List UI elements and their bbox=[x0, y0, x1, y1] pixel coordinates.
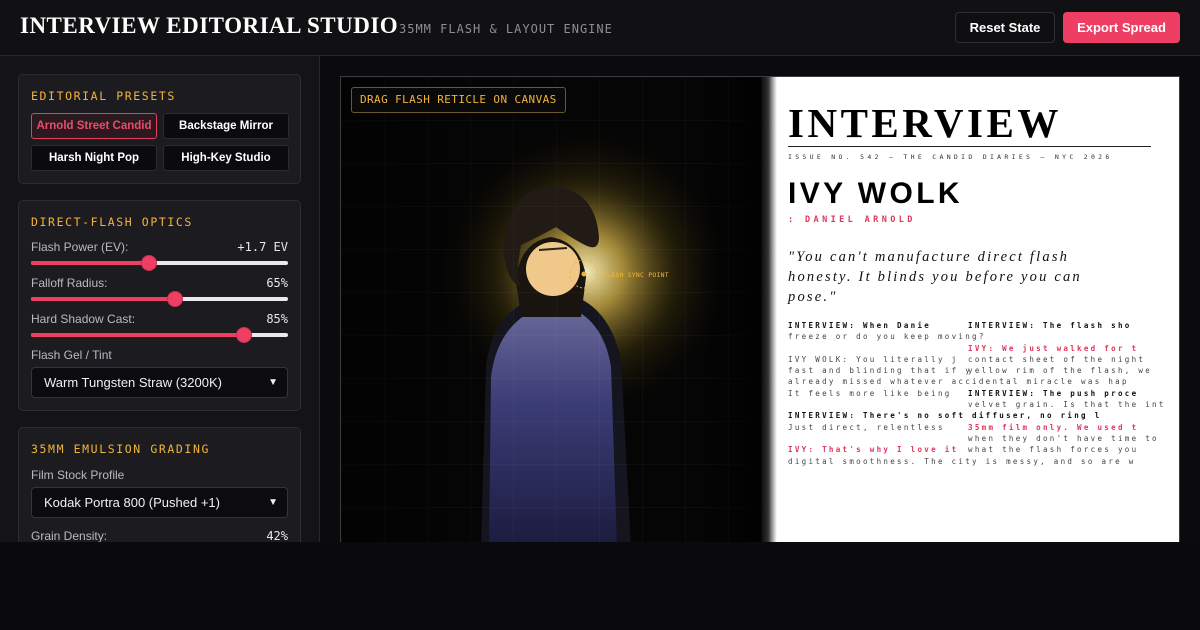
interview-line: when they don't have time to bbox=[968, 433, 1159, 443]
falloff-radius-value: 65% bbox=[266, 276, 288, 290]
drag-reticle-hint: DRAG FLASH RETICLE ON CANVAS bbox=[351, 87, 566, 113]
slider-fill bbox=[31, 333, 245, 337]
pull-quote: "You can't manufacture direct flash hone… bbox=[788, 249, 1082, 305]
flash-photo-canvas[interactable]: FLASH SYNC POINT DRAG FLASH RETICLE ON C… bbox=[341, 77, 761, 542]
reset-state-button[interactable]: Reset State bbox=[955, 12, 1055, 43]
interview-line bbox=[968, 331, 1179, 342]
spread-gutter bbox=[761, 77, 777, 542]
photo-credit: : DANIEL ARNOLD bbox=[788, 215, 916, 225]
vignette bbox=[341, 77, 761, 542]
hard-shadow-slider[interactable] bbox=[31, 327, 288, 343]
falloff-radius-label: Falloff Radius: bbox=[31, 276, 108, 290]
preset-backstage-mirror[interactable]: Backstage Mirror bbox=[163, 113, 289, 139]
interview-line bbox=[968, 376, 1179, 387]
direct-flash-optics-panel: DIRECT-FLASH OPTICS Flash Power (EV): +1… bbox=[18, 200, 301, 411]
panel-title: DIRECT-FLASH OPTICS bbox=[31, 215, 193, 229]
preset-harsh-night-pop[interactable]: Harsh Night Pop bbox=[31, 145, 157, 171]
interview-line: IVY: We just walked for t bbox=[968, 343, 1139, 353]
film-stock-label: Film Stock Profile bbox=[31, 468, 125, 482]
flash-gel-select[interactable]: Warm Tungsten Straw (3200K) ▼ bbox=[31, 367, 288, 398]
interview-line: velvet grain. Is that the int bbox=[968, 400, 1166, 410]
chevron-down-icon: ▼ bbox=[268, 377, 278, 388]
interview-column-2: INTERVIEW: The flash sho IVY: We just wa… bbox=[968, 320, 1179, 456]
flash-gel-selected-value: Warm Tungsten Straw (3200K) bbox=[44, 375, 222, 390]
canvas-stage: FLASH SYNC POINT DRAG FLASH RETICLE ON C… bbox=[320, 56, 1200, 542]
reticle-label: FLASH SYNC POINT bbox=[603, 271, 669, 279]
app-subtitle: 35MM FLASH & LAYOUT ENGINE bbox=[399, 22, 613, 36]
hard-shadow-value: 85% bbox=[266, 312, 288, 326]
slider-fill bbox=[31, 261, 150, 265]
grain-density-value: 42% bbox=[266, 529, 288, 542]
top-bar: INTERVIEW EDITORIAL STUDIO 35MM FLASH & … bbox=[0, 0, 1200, 56]
flash-gel-label: Flash Gel / Tint bbox=[31, 348, 112, 362]
interview-line: digital smoothness. The city is messy, a… bbox=[788, 456, 1136, 466]
flash-power-label: Flash Power (EV): bbox=[31, 240, 129, 254]
interview-line: yellow rim of the flash, we bbox=[968, 366, 1153, 376]
article-page: INTERVIEW ISSUE NO. 542 — THE CANDID DIA… bbox=[761, 77, 1179, 542]
subject-name: IVY WOLK bbox=[788, 177, 963, 210]
slider-fill bbox=[31, 297, 175, 301]
emulsion-grading-panel: 35MM EMULSION GRADING Film Stock Profile… bbox=[18, 427, 301, 542]
magazine-masthead: INTERVIEW bbox=[788, 100, 1062, 146]
masthead-rule bbox=[788, 146, 1151, 147]
slider-thumb[interactable] bbox=[141, 255, 158, 271]
preset-high-key-studio[interactable]: High-Key Studio bbox=[163, 145, 289, 171]
interview-line: 35mm film only. We used t bbox=[968, 422, 1139, 432]
slider-thumb[interactable] bbox=[236, 327, 253, 343]
flash-power-value: +1.7 EV bbox=[237, 240, 288, 254]
chevron-down-icon: ▼ bbox=[268, 497, 278, 508]
flash-power-slider[interactable] bbox=[31, 255, 288, 271]
magazine-spread: FLASH SYNC POINT DRAG FLASH RETICLE ON C… bbox=[340, 76, 1180, 542]
preset-arnold-street-candid[interactable]: Arnold Street Candid bbox=[31, 113, 157, 139]
flash-photo-render: FLASH SYNC POINT bbox=[341, 77, 761, 542]
export-spread-button[interactable]: Export Spread bbox=[1063, 12, 1180, 43]
editorial-presets-panel: EDITORIAL PRESETS Arnold Street Candid B… bbox=[18, 74, 301, 184]
issue-line: ISSUE NO. 542 — THE CANDID DIARIES — NYC… bbox=[788, 153, 1113, 161]
interview-line: INTERVIEW: The push proce bbox=[968, 388, 1139, 398]
controls-sidebar: EDITORIAL PRESETS Arnold Street Candid B… bbox=[0, 56, 320, 542]
grain-density-label: Grain Density: bbox=[31, 529, 108, 542]
panel-title: EDITORIAL PRESETS bbox=[31, 89, 176, 103]
slider-thumb[interactable] bbox=[166, 291, 183, 307]
app-title: INTERVIEW EDITORIAL STUDIO bbox=[20, 13, 399, 38]
falloff-radius-slider[interactable] bbox=[31, 291, 288, 307]
interview-line: contact sheet of the night bbox=[968, 354, 1146, 364]
film-stock-selected-value: Kodak Portra 800 (Pushed +1) bbox=[44, 495, 220, 510]
film-stock-select[interactable]: Kodak Portra 800 (Pushed +1) ▼ bbox=[31, 487, 288, 518]
hard-shadow-label: Hard Shadow Cast: bbox=[31, 312, 136, 326]
interview-line bbox=[968, 410, 1179, 421]
panel-title: 35MM EMULSION GRADING bbox=[31, 442, 210, 456]
interview-line: what the flash forces you bbox=[968, 445, 1139, 455]
interview-line: INTERVIEW: The flash sho bbox=[968, 321, 1132, 330]
